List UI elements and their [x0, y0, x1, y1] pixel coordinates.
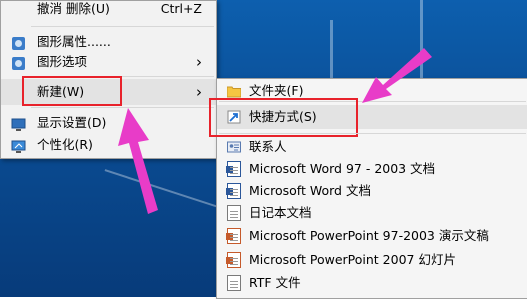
arrow-to-new-icon	[118, 108, 158, 214]
annotation-arrows	[118, 48, 432, 214]
arrow-to-shortcut-icon	[362, 48, 432, 103]
